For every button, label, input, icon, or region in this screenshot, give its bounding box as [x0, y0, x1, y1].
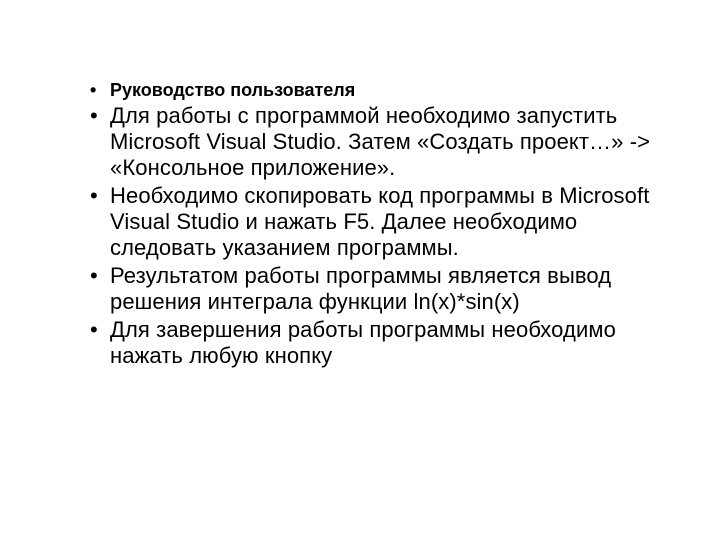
- list-item: Результатом работы программы является вы…: [90, 263, 680, 315]
- list-item: Необходимо скопировать код программы в M…: [90, 183, 680, 261]
- slide: Руководство пользователя Для работы с пр…: [0, 0, 720, 540]
- list-item: Для завершения работы программы необходи…: [90, 317, 680, 369]
- slide-title: Руководство пользователя: [90, 80, 680, 101]
- list-item: Для работы с программой необходимо запус…: [90, 103, 680, 181]
- bullet-list: Для работы с программой необходимо запус…: [40, 103, 680, 369]
- title-list: Руководство пользователя: [40, 80, 680, 101]
